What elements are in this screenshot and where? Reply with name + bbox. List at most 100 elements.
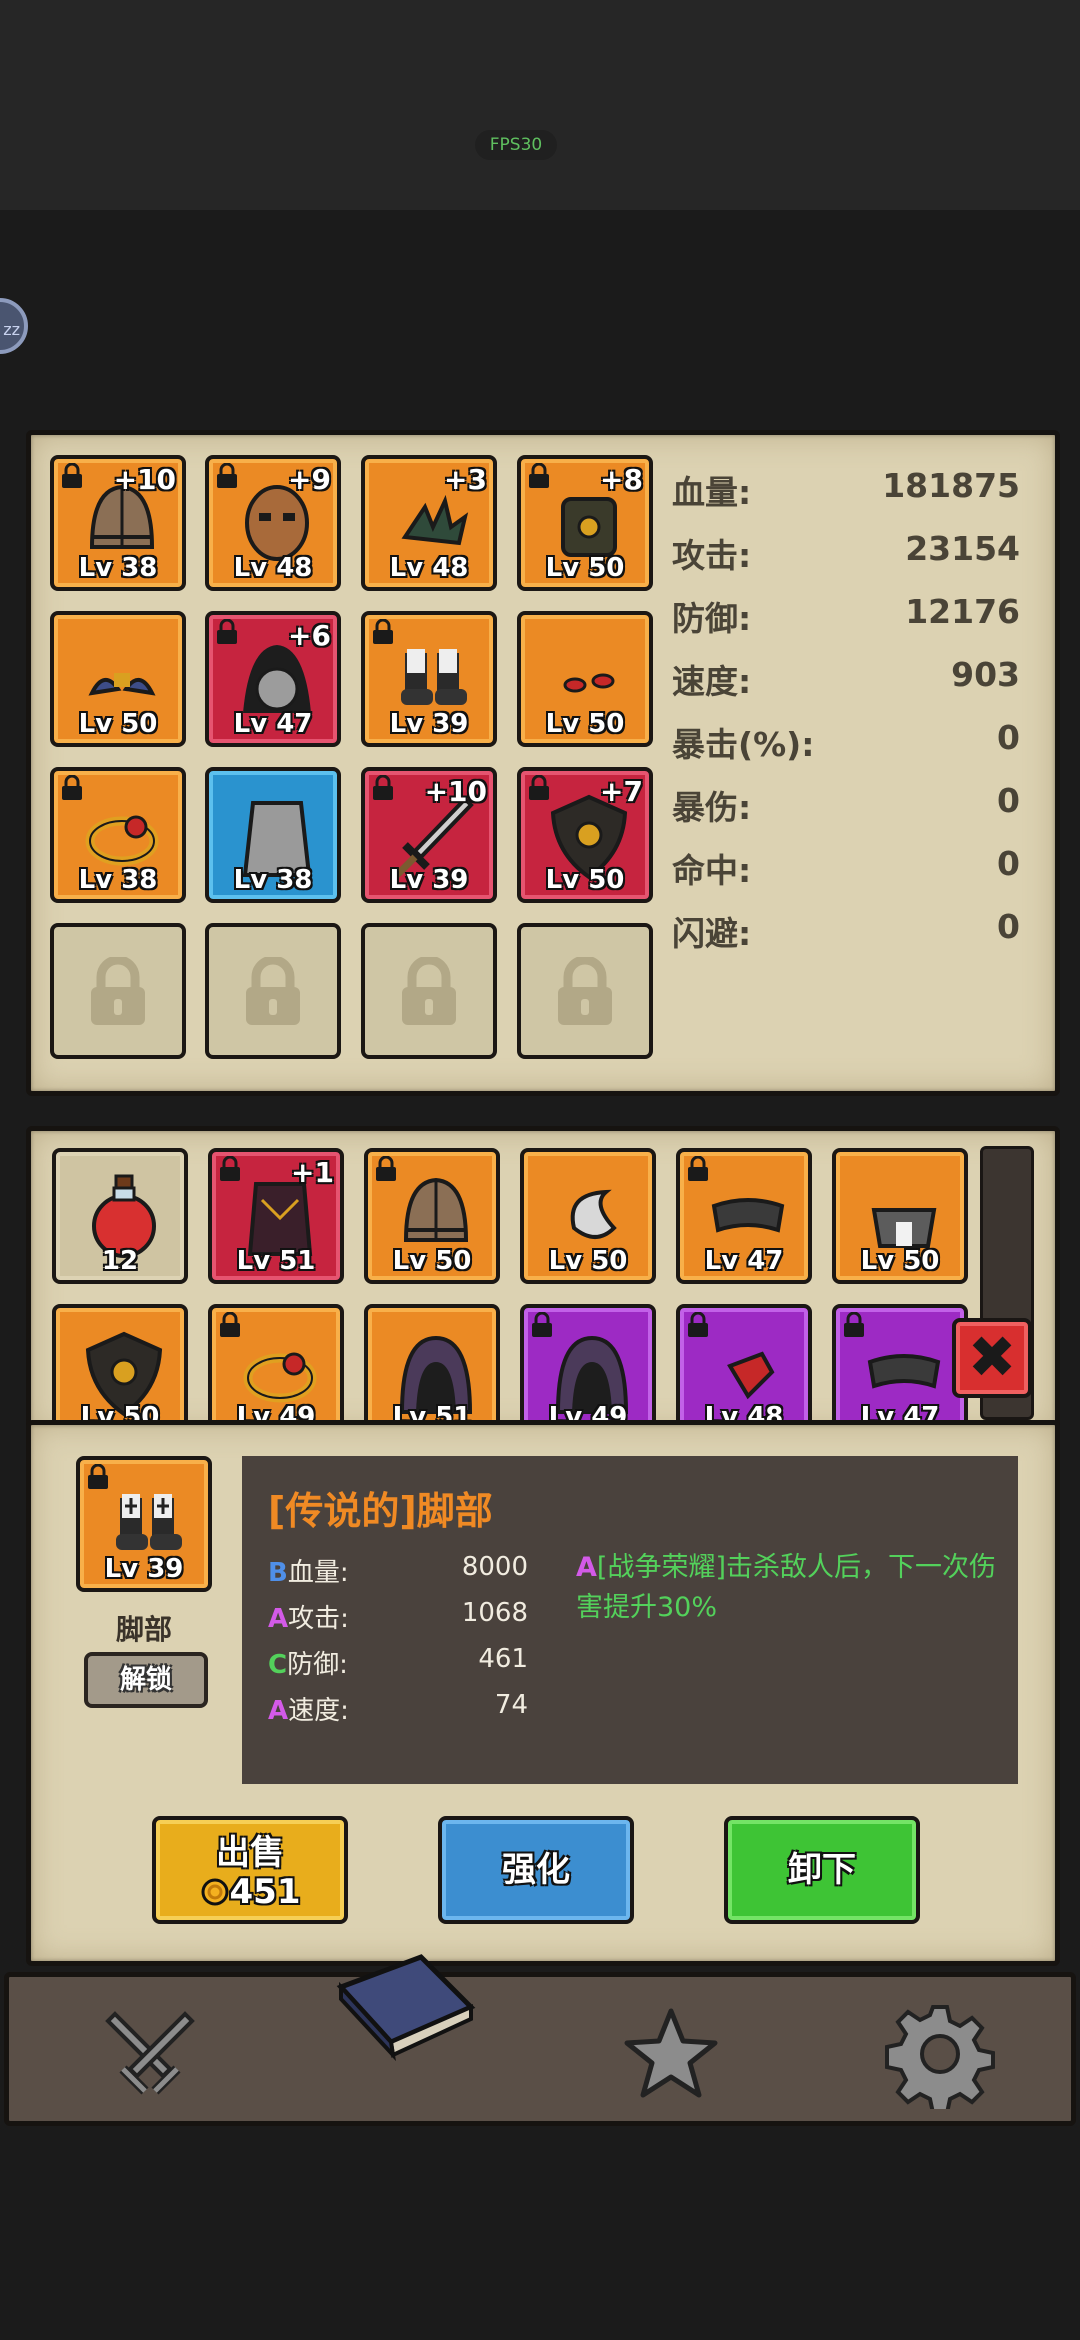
stat-row: 闪避: 0 bbox=[672, 907, 1020, 953]
attribute-row: A速度: 74 bbox=[268, 1690, 528, 1730]
locked-empty-slot[interactable] bbox=[517, 923, 653, 1059]
equipped-item-slot[interactable]: +3 Lv 48 bbox=[361, 455, 497, 591]
inventory-item-slot[interactable]: Lv 50 bbox=[364, 1148, 500, 1284]
detail-item-slot[interactable]: Lv 39 bbox=[76, 1456, 212, 1592]
item-level: Lv 38 bbox=[233, 865, 313, 895]
lock-icon bbox=[373, 775, 393, 800]
locked-empty-slot[interactable] bbox=[205, 923, 341, 1059]
stat-label: 血量: bbox=[672, 473, 752, 512]
attribute-value: 74 bbox=[494, 1690, 528, 1720]
attribute-value: 1068 bbox=[461, 1598, 528, 1628]
stat-value: 181875 bbox=[882, 466, 1020, 505]
item-level: Lv 50 bbox=[860, 1246, 940, 1276]
equipped-item-slot[interactable]: Lv 38 bbox=[50, 767, 186, 903]
item-level: Lv 38 bbox=[78, 553, 158, 583]
inventory-item-slot[interactable]: Lv 50 bbox=[832, 1148, 968, 1284]
enhance-level: +8 bbox=[600, 463, 643, 496]
bottom-nav bbox=[4, 1954, 1076, 2126]
upgrade-button[interactable]: 强化 bbox=[438, 1816, 634, 1924]
locked-empty-slot[interactable] bbox=[50, 923, 186, 1059]
enhance-level: +9 bbox=[288, 463, 331, 496]
book-icon[interactable] bbox=[331, 1947, 481, 2067]
item-level: Lv 50 bbox=[545, 709, 625, 739]
inventory-item-slot[interactable]: 12 bbox=[52, 1148, 188, 1284]
enhance-level: +7 bbox=[600, 775, 643, 808]
item-level: Lv 50 bbox=[548, 1246, 628, 1276]
attribute-label: 血量: bbox=[287, 1558, 349, 1588]
stat-value: 12176 bbox=[905, 592, 1020, 631]
stat-value: 903 bbox=[951, 655, 1020, 694]
skill-grade: A bbox=[576, 1552, 597, 1583]
lock-icon bbox=[220, 1312, 240, 1337]
lock-icon bbox=[217, 463, 237, 488]
item-title: [传说的]脚部 bbox=[268, 1489, 493, 1533]
equipped-item-slot[interactable]: +9 Lv 48 bbox=[205, 455, 341, 591]
stat-label: 暴击(%): bbox=[672, 725, 815, 764]
attribute-grade: A bbox=[268, 1696, 289, 1726]
lock-icon bbox=[376, 1156, 396, 1181]
inventory-item-slot[interactable]: Lv 50 bbox=[520, 1148, 656, 1284]
stat-value: 0 bbox=[997, 781, 1020, 820]
status-bar: FPS30 bbox=[0, 0, 1080, 210]
item-level: Lv 50 bbox=[392, 1246, 472, 1276]
attribute-value: 461 bbox=[478, 1644, 528, 1674]
detail-item-level: Lv 39 bbox=[104, 1554, 184, 1584]
item-level: Lv 39 bbox=[389, 709, 469, 739]
gold-coin-icon bbox=[201, 1878, 228, 1906]
star-icon[interactable] bbox=[621, 2003, 721, 2103]
inventory-item-slot[interactable]: +1 Lv 51 bbox=[208, 1148, 344, 1284]
stat-value: 0 bbox=[997, 907, 1020, 946]
equipped-item-slot[interactable]: +7 Lv 50 bbox=[517, 767, 653, 903]
stat-row: 暴伤: 0 bbox=[672, 781, 1020, 827]
sell-label: 出售 bbox=[216, 1833, 284, 1873]
gear-icon[interactable] bbox=[885, 1999, 995, 2109]
stat-row: 攻击: 23154 bbox=[672, 529, 1020, 575]
lock-icon bbox=[532, 1312, 552, 1337]
equipped-item-slot[interactable]: Lv 50 bbox=[50, 611, 186, 747]
stat-label: 攻击: bbox=[672, 536, 752, 575]
attribute-row: A攻击: 1068 bbox=[268, 1598, 528, 1638]
close-button[interactable]: ✖ bbox=[952, 1318, 1032, 1398]
locked-empty-slot[interactable] bbox=[361, 923, 497, 1059]
item-level: Lv 50 bbox=[78, 709, 158, 739]
enhance-level: +1 bbox=[291, 1156, 334, 1189]
inventory-item-slot[interactable]: Lv 47 bbox=[676, 1148, 812, 1284]
equipped-item-slot[interactable]: +8 Lv 50 bbox=[517, 455, 653, 591]
attribute-grade: C bbox=[268, 1650, 288, 1680]
stat-row: 防御: 12176 bbox=[672, 592, 1020, 638]
lock-icon bbox=[373, 619, 393, 644]
stat-label: 闪避: bbox=[672, 914, 752, 953]
lock-icon bbox=[402, 957, 456, 1025]
lock-icon bbox=[558, 957, 612, 1025]
attribute-label: 攻击: bbox=[288, 1604, 349, 1634]
equipped-item-slot[interactable]: +10 Lv 38 bbox=[50, 455, 186, 591]
fps-counter: FPS30 bbox=[475, 130, 557, 160]
equipped-item-slot[interactable]: +10 Lv 39 bbox=[361, 767, 497, 903]
equipped-item-slot[interactable]: Lv 38 bbox=[205, 767, 341, 903]
enhance-level: +3 bbox=[444, 463, 487, 496]
item-level: Lv 51 bbox=[236, 1246, 316, 1276]
unequip-button[interactable]: 卸下 bbox=[724, 1816, 920, 1924]
unlock-button[interactable]: 解锁 bbox=[84, 1652, 208, 1708]
stat-row: 命中: 0 bbox=[672, 844, 1020, 890]
sleep-badge[interactable]: zz bbox=[0, 298, 28, 354]
stat-label: 防御: bbox=[672, 599, 752, 638]
stat-value: 0 bbox=[997, 718, 1020, 757]
item-level: Lv 48 bbox=[389, 553, 469, 583]
sell-price: 451 bbox=[156, 1872, 344, 1912]
item-level: Lv 48 bbox=[233, 553, 313, 583]
equipped-item-slot[interactable]: +6 Lv 47 bbox=[205, 611, 341, 747]
item-level: Lv 38 bbox=[78, 865, 158, 895]
equipped-item-slot[interactable]: Lv 50 bbox=[517, 611, 653, 747]
detail-slot-label: 脚部 bbox=[115, 1613, 172, 1646]
equipped-item-slot[interactable]: Lv 39 bbox=[361, 611, 497, 747]
lock-icon bbox=[62, 775, 82, 800]
attribute-value: 8000 bbox=[461, 1552, 528, 1582]
stat-label: 暴伤: bbox=[672, 788, 752, 827]
stat-value: 23154 bbox=[905, 529, 1020, 568]
lock-icon bbox=[844, 1312, 864, 1337]
stat-label: 速度: bbox=[672, 662, 752, 701]
item-skill: A[战争荣耀]击杀敌人后，下一次伤害提升30% bbox=[576, 1548, 996, 1628]
battle-swords-icon[interactable] bbox=[95, 1999, 205, 2109]
sell-button[interactable]: 出售 451 bbox=[152, 1816, 348, 1924]
